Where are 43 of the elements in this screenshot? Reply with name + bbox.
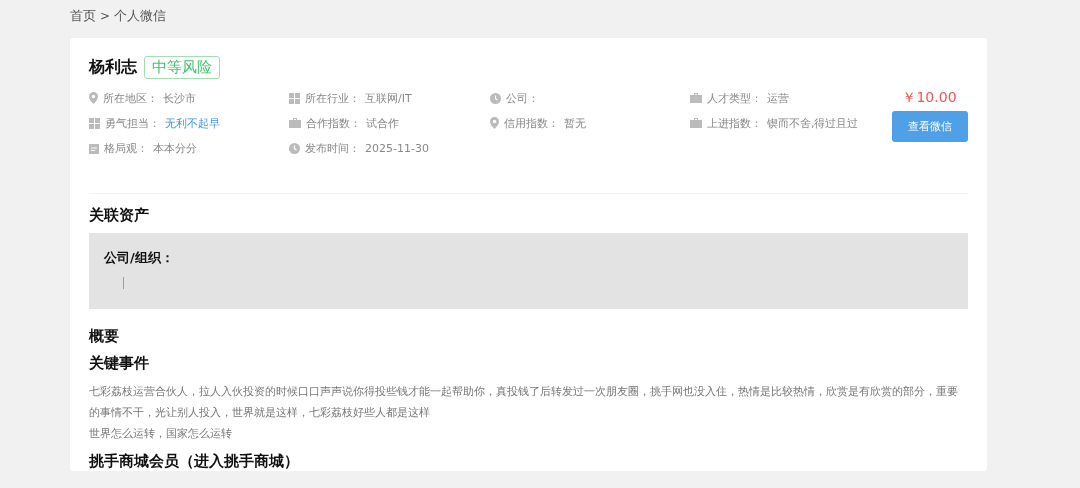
info-label: 所在地区：: [103, 90, 158, 106]
price: ￥10.00: [902, 89, 957, 107]
location-pin-icon: [490, 117, 499, 129]
info-label: 所在行业：: [305, 90, 360, 106]
info-label: 勇气担当：: [105, 115, 160, 131]
info-value: 暂无: [564, 115, 586, 131]
calendar-icon: [89, 142, 99, 154]
grid-icon: [289, 92, 300, 104]
info-label: 合作指数：: [306, 115, 361, 131]
breadcrumb-separator: >: [100, 8, 111, 23]
info-value: 无利不起早: [165, 115, 220, 131]
empty-value-marker: [123, 277, 124, 289]
breadcrumb-link[interactable]: 首页: [70, 6, 96, 25]
info-value: 本本分分: [153, 140, 197, 156]
risk-tag: 中等风险: [144, 56, 220, 79]
info-value: 长沙市: [163, 90, 196, 106]
info-label: 公司：: [506, 90, 539, 106]
section-title: 挑手商城会员（进入挑手商城）: [89, 452, 300, 471]
briefcase-icon: [690, 118, 702, 128]
info-label: 信用指数：: [504, 115, 559, 131]
info-label: 格局观：: [104, 140, 148, 156]
breadcrumb-link[interactable]: 个人微信: [114, 6, 167, 25]
briefcase-icon: [690, 93, 702, 103]
info-label: 上进指数：: [707, 115, 762, 131]
info-value: 锲而不舍,得过且过: [767, 115, 859, 131]
section-title: 概要: [89, 327, 120, 346]
asset-label: 公司/组织：: [104, 249, 175, 267]
info-label: 发布时间：: [305, 140, 360, 156]
info-label: 人才类型：: [707, 90, 762, 106]
info-value: 试合作: [366, 115, 399, 131]
section-title: 关键事件: [89, 354, 150, 373]
location-pin-icon: [89, 92, 98, 104]
section-title: 关联资产: [89, 206, 150, 225]
clock-icon: [490, 92, 501, 104]
person-name: 杨利志: [89, 57, 137, 78]
clock-icon: [289, 142, 300, 154]
briefcase-icon: [289, 118, 301, 128]
event-paragraph: 世界怎么运转，国家怎么运转: [89, 426, 233, 442]
info-value: 互联网/IT: [365, 90, 412, 106]
event-paragraph: 七彩荔枝运营合伙人，拉人入伙投资的时候口口声声说你得投些钱才能一起帮助你，真投钱了后转发过一次朋友圈，挑手网也没入住，热情是比较热情，欣赏是有欣赏的部分，重要的事情不干，光让别人投入，世界就是这样，七彩荔枝好些人都是这样: [89, 384, 959, 421]
grid-icon: [89, 117, 100, 129]
info-value: 运营: [767, 90, 789, 106]
info-value: 2025-11-30: [365, 141, 429, 155]
